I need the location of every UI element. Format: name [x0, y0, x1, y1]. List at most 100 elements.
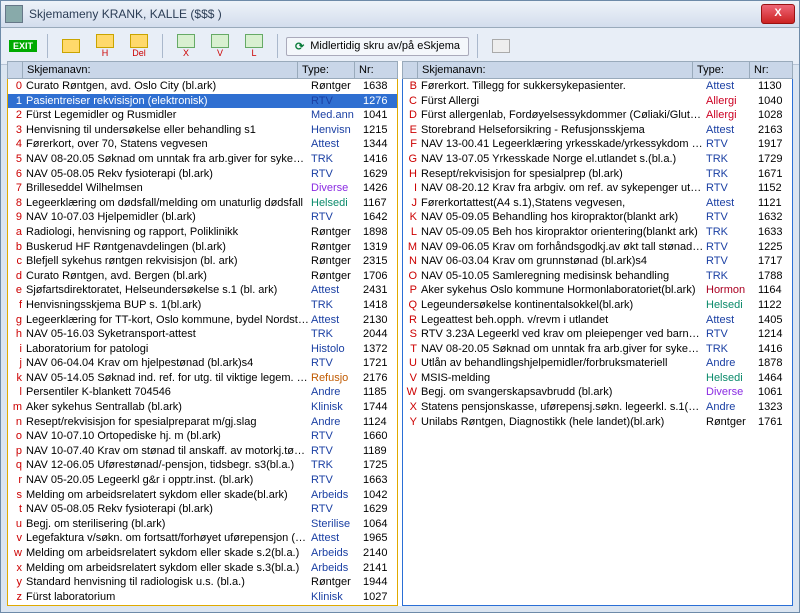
row-type: Røntger: [309, 575, 361, 590]
table-row[interactable]: NNAV 06-03.04 Krav om grunnstønad (bl.ar…: [403, 254, 792, 269]
tb-v[interactable]: V: [205, 33, 235, 59]
tb-copy[interactable]: [486, 33, 516, 59]
table-row[interactable]: QLegeundersøkelse kontinentalsokkel(bl.a…: [403, 298, 792, 313]
table-row[interactable]: YUnilabs Røntgen, Diagnostikk (hele land…: [403, 415, 792, 430]
table-row[interactable]: DFürst allergenlab, Fordøyelsessykdommer…: [403, 108, 792, 123]
tb-x[interactable]: X: [171, 33, 201, 59]
col-type[interactable]: Type:: [693, 62, 750, 78]
table-row[interactable]: CFürst AllergiAllergi1040: [403, 94, 792, 109]
table-row[interactable]: 5NAV 08-20.05 Søknad om unntak fra arb.g…: [8, 152, 397, 167]
table-row[interactable]: JFørerkortattest(A4 s.1),Statens vegvese…: [403, 196, 792, 211]
table-row[interactable]: 3Henvisning til undersøkelse eller behan…: [8, 123, 397, 138]
row-index: V: [403, 371, 419, 386]
row-index: 0: [8, 79, 24, 94]
table-row[interactable]: GNAV 13-07.05 Yrkesskade Norge el.utland…: [403, 152, 792, 167]
table-row[interactable]: yStandard henvisning til radiologisk u.s…: [8, 575, 397, 590]
row-type: Røntger: [704, 415, 756, 430]
table-row[interactable]: zFürst laboratoriumKlinisk1027: [8, 590, 397, 605]
table-row[interactable]: aRadiologi, henvisning og rapport, Polik…: [8, 225, 397, 240]
table-row[interactable]: XStatens pensjonskasse, uførepensj.søkn.…: [403, 400, 792, 415]
table-row[interactable]: PAker sykehus Oslo kommune Hormonlaborat…: [403, 283, 792, 298]
table-row[interactable]: lPersentiler K-blankett 704546Andre1185: [8, 385, 397, 400]
col-name[interactable]: Skjemanavn:: [418, 62, 693, 78]
table-row[interactable]: RLegeattest beh.opph. v/revm i utlandetA…: [403, 313, 792, 328]
row-type: Histolo: [309, 342, 361, 357]
table-row[interactable]: oNAV 10-07.10 Ortopediske hj. m (bl.ark)…: [8, 429, 397, 444]
row-name: Melding om arbeidsrelatert sykdom eller …: [24, 561, 309, 576]
table-row[interactable]: MNAV 09-06.05 Krav om forhåndsgodkj.av ø…: [403, 240, 792, 255]
table-row[interactable]: 7Brilleseddel WilhelmsenDiverse1426: [8, 181, 397, 196]
refresh-icon: ⟳: [295, 40, 304, 53]
table-row[interactable]: LNAV 05-09.05 Beh hos kiropraktor orient…: [403, 225, 792, 240]
table-row[interactable]: UUtlån av behandlingshjelpemidler/forbru…: [403, 356, 792, 371]
table-row[interactable]: TNAV 08-20.05 Søknad om unntak fra arb.g…: [403, 342, 792, 357]
col-name[interactable]: Skjemanavn:: [23, 62, 298, 78]
right-rows[interactable]: BFørerkort. Tillegg for sukkersykepasien…: [402, 79, 793, 606]
row-name: Legeerklæring om dødsfall/melding om una…: [24, 196, 309, 211]
table-row[interactable]: nResept/rekvisisjon for spesialpreparat …: [8, 415, 397, 430]
table-row[interactable]: VMSIS-meldingHelsedi1464: [403, 371, 792, 386]
row-name: NAV 08-20.05 Søknad om unntak fra arb.gi…: [24, 152, 309, 167]
row-type: TRK: [704, 167, 756, 182]
table-row[interactable]: SRTV 3.23A Legeerkl ved krav om pleiepen…: [403, 327, 792, 342]
row-name: Curato Røntgen, avd. Oslo City (bl.ark): [24, 79, 309, 94]
table-row[interactable]: ONAV 05-10.05 Samleregning medisinsk beh…: [403, 269, 792, 284]
table-row[interactable]: 8Legeerklæring om dødsfall/melding om un…: [8, 196, 397, 211]
table-row[interactable]: KNAV 05-09.05 Behandling hos kiropraktor…: [403, 210, 792, 225]
row-nr: 2431: [361, 283, 397, 298]
table-row[interactable]: 6NAV 05-08.05 Rekv fysioterapi (bl.ark)R…: [8, 167, 397, 182]
tb-del[interactable]: Del: [124, 33, 154, 59]
toggle-eskjema-button[interactable]: ⟳ Midlertidig skru av/på eSkjema: [286, 37, 469, 56]
table-row[interactable]: pNAV 10-07.40 Krav om stønad til anskaff…: [8, 444, 397, 459]
col-nr[interactable]: Nr:: [355, 62, 397, 78]
table-row[interactable]: WBegj. om svangerskapsavbrudd (bl.ark)Di…: [403, 385, 792, 400]
table-row[interactable]: dCurato Røntgen, avd. Bergen (bl.ark)Røn…: [8, 269, 397, 284]
col-nr[interactable]: Nr:: [750, 62, 792, 78]
left-rows[interactable]: 0Curato Røntgen, avd. Oslo City (bl.ark)…: [7, 79, 398, 606]
tb-l[interactable]: L: [239, 33, 269, 59]
table-row[interactable]: tNAV 05-08.05 Rekv fysioterapi (bl.ark)R…: [8, 502, 397, 517]
table-row[interactable]: mAker sykehus Sentrallab (bl.ark)Klinisk…: [8, 400, 397, 415]
row-type: RTV: [704, 181, 756, 196]
table-row[interactable]: vLegefaktura v/søkn. om fortsatt/forhøye…: [8, 531, 397, 546]
table-row[interactable]: BFørerkort. Tillegg for sukkersykepasien…: [403, 79, 792, 94]
col-type[interactable]: Type:: [298, 62, 355, 78]
table-row[interactable]: gLegeerklæring for TT-kort, Oslo kommune…: [8, 313, 397, 328]
table-row[interactable]: xMelding om arbeidsrelatert sykdom eller…: [8, 561, 397, 576]
table-row[interactable]: INAV 08-20.12 Krav fra arbgiv. om ref. a…: [403, 181, 792, 196]
row-type: Hormon: [704, 283, 756, 298]
close-button[interactable]: X: [761, 4, 795, 24]
table-row[interactable]: uBegj. om sterilisering (bl.ark)Sterilis…: [8, 517, 397, 532]
table-row[interactable]: hNAV 05-16.03 Syketransport-attestTRK204…: [8, 327, 397, 342]
table-row[interactable]: kNAV 05-14.05 Søknad ind. ref. for utg. …: [8, 371, 397, 386]
table-row[interactable]: 2Fürst Legemidler og RusmidlerMed.ann104…: [8, 108, 397, 123]
row-nr: 1344: [361, 604, 397, 606]
table-row[interactable]: jNAV 06-04.04 Krav om hjelpestønad (bl.a…: [8, 356, 397, 371]
table-row[interactable]: eSjøfartsdirektoratet, Helseundersøkelse…: [8, 283, 397, 298]
table-row[interactable]: EStorebrand Helseforsikring - Refusjonss…: [403, 123, 792, 138]
table-row[interactable]: bBuskerud HF Røntgenavdelingen (bl.ark)R…: [8, 240, 397, 255]
row-name: Curato Røntgen, avd. Bergen (bl.ark): [24, 269, 309, 284]
tb-h[interactable]: H: [90, 33, 120, 59]
table-row[interactable]: sMelding om arbeidsrelatert sykdom eller…: [8, 488, 397, 503]
table-row[interactable]: 0Curato Røntgen, avd. Oslo City (bl.ark)…: [8, 79, 397, 94]
table-row[interactable]: 9NAV 10-07.03 Hjelpemidler (bl.ark)RTV16…: [8, 210, 397, 225]
table-row[interactable]: iLaboratorium for patologiHistolo1372: [8, 342, 397, 357]
table-row[interactable]: AFørerkort, over 70, Statens vegvesenAtt…: [8, 604, 397, 606]
row-type: TRK: [704, 225, 756, 240]
row-type: Diverse: [309, 181, 361, 196]
table-row[interactable]: wMelding om arbeidsrelatert sykdom eller…: [8, 546, 397, 561]
table-row[interactable]: 1Pasientreiser rekvisisjon (elektronisk)…: [8, 94, 397, 109]
table-row[interactable]: fHenvisningsskjema BUP s. 1(bl.ark)TRK14…: [8, 298, 397, 313]
table-row[interactable]: 4Førerkort, over 70, Statens vegvesenAtt…: [8, 137, 397, 152]
table-row[interactable]: rNAV 05-20.05 Legeerkl g&r i opptr.inst.…: [8, 473, 397, 488]
table-row[interactable]: HResept/rekvisisjon for spesialprep (bl.…: [403, 167, 792, 182]
table-row[interactable]: cBlefjell sykehus røntgen rekvisisjon (b…: [8, 254, 397, 269]
exit-button[interactable]: EXIT: [7, 33, 39, 59]
table-row[interactable]: FNAV 13-00.41 Legeerklæring yrkesskade/y…: [403, 137, 792, 152]
row-index: o: [8, 429, 24, 444]
row-type: Klinisk: [309, 590, 361, 605]
table-row[interactable]: qNAV 12-06.05 Uførestønad/-pensjon, tids…: [8, 458, 397, 473]
tb-new[interactable]: [56, 33, 86, 59]
row-index: U: [403, 356, 419, 371]
